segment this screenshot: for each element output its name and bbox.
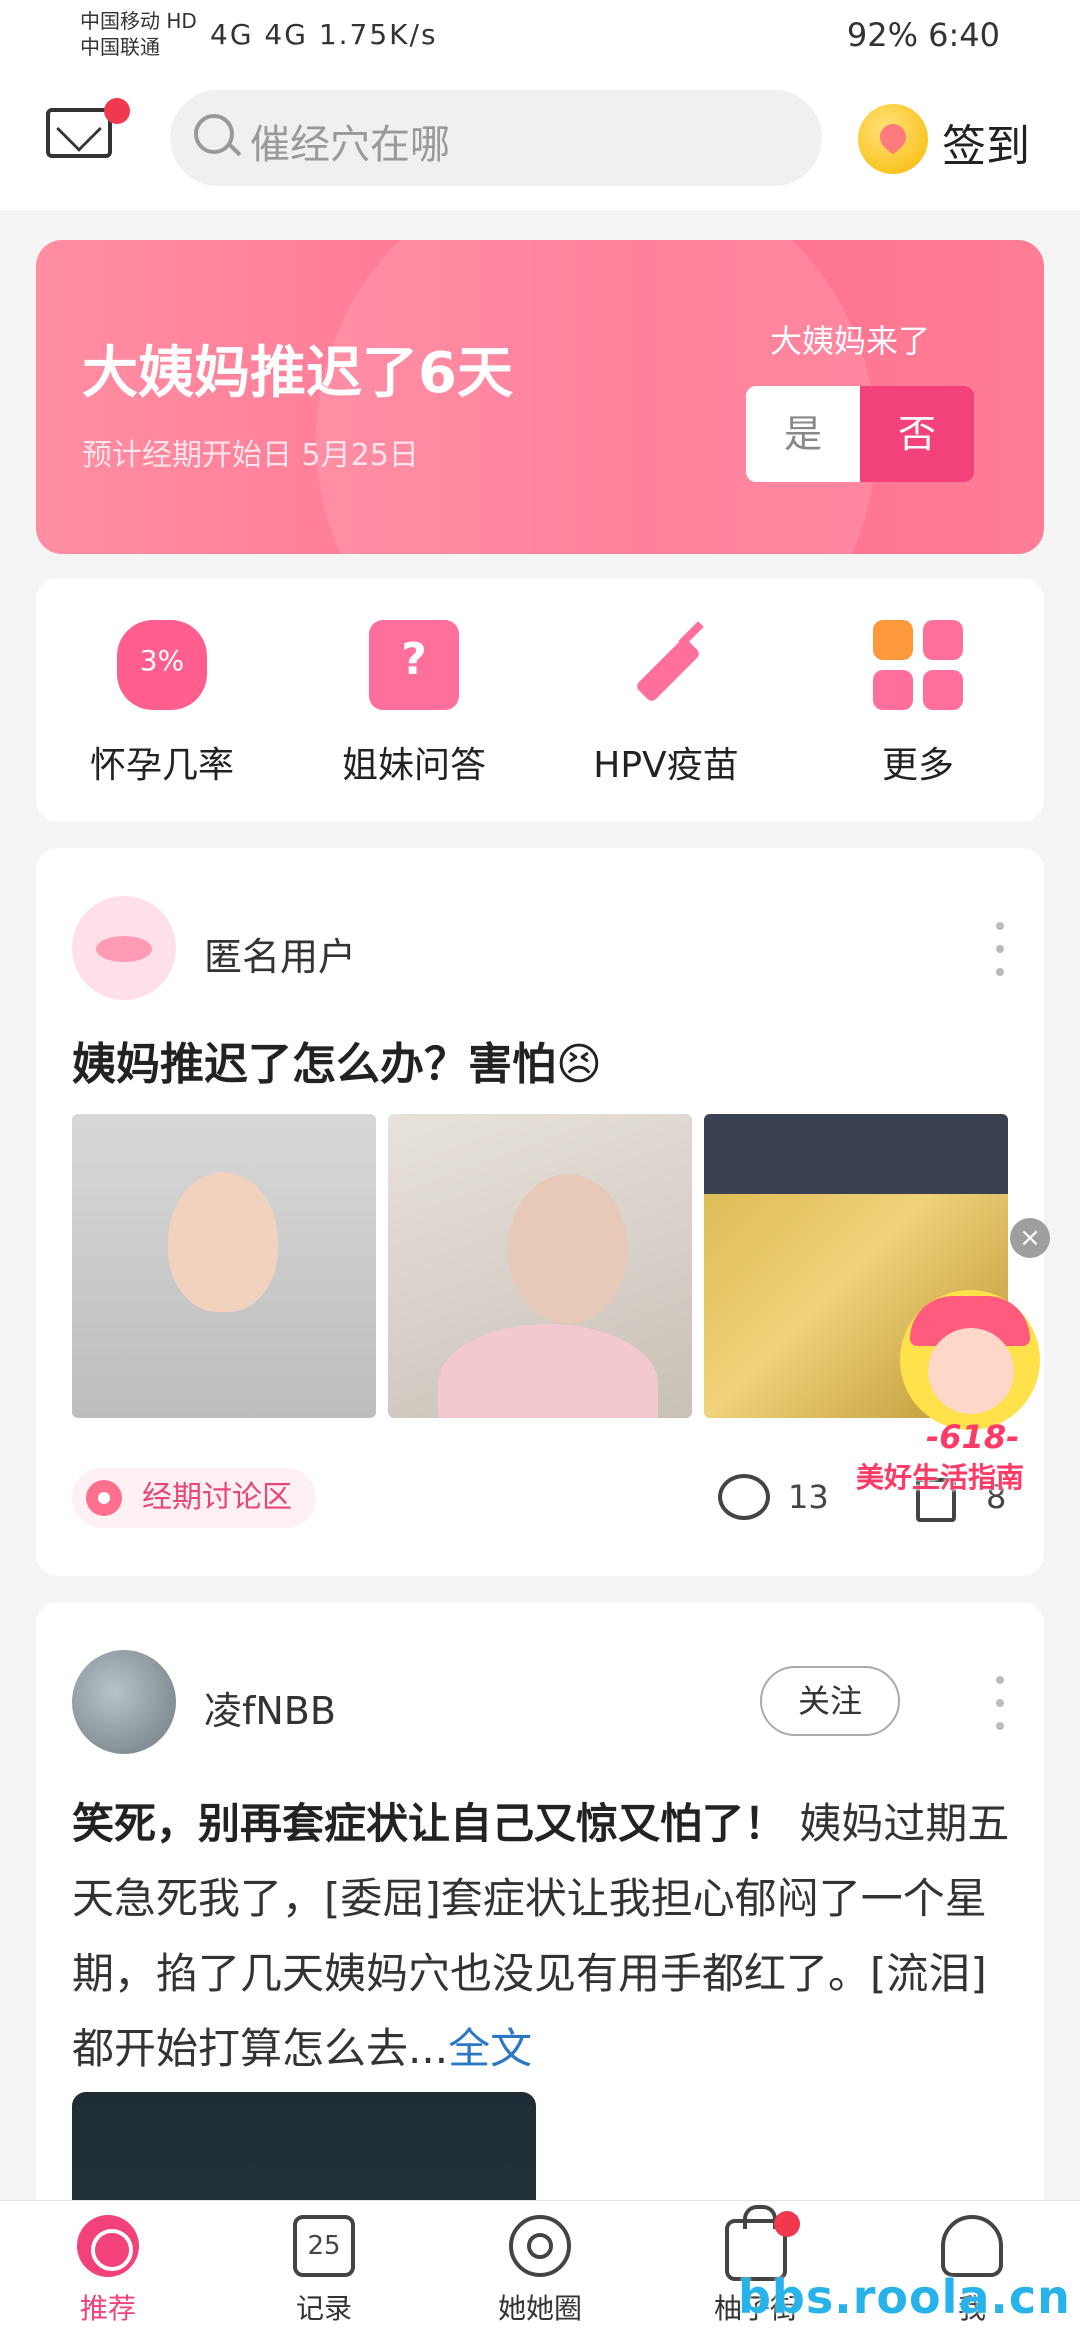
ad-text: 美好生活指南	[856, 1461, 1025, 1494]
period-banner: 大姨妈推迟了6天 预计经期开始日 5月25日 大姨妈来了 是 否	[36, 240, 1044, 554]
yes-button[interactable]: 是	[746, 386, 860, 482]
tab-label: 她她圈	[497, 2292, 582, 2325]
banner-subtitle: 预计经期开始日 5月25日	[82, 438, 419, 473]
profile-icon	[941, 2215, 1003, 2277]
search-icon	[194, 114, 234, 154]
notification-dot	[104, 98, 130, 124]
topic-label: 经期讨论区	[142, 1480, 292, 1515]
post-body[interactable]: 笑死，别再套症状让自己又惊又怕了！ 姨妈过期五天急死我了，[委屈]套症状让我担心…	[72, 1786, 1012, 2086]
top-header: 催经穴在哪 签到	[0, 80, 1080, 210]
read-full-link[interactable]: 全文	[448, 2024, 532, 2073]
banner-title: 大姨妈推迟了6天	[82, 341, 513, 406]
network-speed: 4G 4G 1.75K/s	[210, 18, 438, 51]
notification-dot	[774, 2211, 800, 2237]
battery-time: 92% 6:40	[846, 16, 1000, 54]
mascot-face	[928, 1328, 1014, 1414]
bubble-icon-text: ?	[401, 634, 427, 685]
post-image[interactable]	[72, 1114, 376, 1418]
tab-record[interactable]: 25 记录	[216, 2215, 432, 2327]
quick-link-label: HPV疫苗	[593, 745, 739, 786]
quick-link-hpv[interactable]: HPV疫苗	[540, 620, 792, 788]
more-options-icon[interactable]	[996, 1676, 1004, 1730]
carrier-info: 中国移动 HD 中国联通	[80, 8, 197, 60]
post-username[interactable]: 凌fNBB	[204, 1680, 336, 1735]
avatar[interactable]	[72, 896, 176, 1000]
quick-link-label: 怀孕几率	[89, 745, 234, 786]
topic-icon	[86, 1480, 122, 1516]
carrier-secondary: 中国联通	[80, 35, 160, 59]
close-ad-icon[interactable]: ×	[1010, 1218, 1050, 1258]
quick-link-label: 姐妹问答	[341, 745, 486, 786]
syringe-icon	[621, 620, 711, 710]
post-image[interactable]	[388, 1114, 692, 1418]
quick-link-more[interactable]: 更多	[792, 620, 1044, 788]
post-username[interactable]: 匿名用户	[204, 926, 356, 981]
floating-ad-mascot[interactable]: -618- 美好生活指南	[856, 1280, 1050, 1494]
tab-label: 记录	[295, 2292, 352, 2325]
grid-icon	[873, 620, 963, 710]
calendar-icon-text: 25	[307, 2231, 341, 2261]
tab-label: 推荐	[79, 2292, 136, 2325]
period-question: 大姨妈来了	[770, 322, 931, 360]
ad-badge: -618-	[926, 1418, 1020, 1456]
signin-button[interactable]: 签到	[942, 110, 1030, 174]
question-bubble-icon: ?	[369, 620, 459, 710]
quick-link-pregnancy[interactable]: 3% 怀孕几率	[36, 620, 288, 788]
community-icon	[509, 2215, 571, 2277]
follow-button[interactable]: 关注	[760, 1666, 900, 1736]
avatar[interactable]	[72, 1650, 176, 1754]
signin-icon[interactable]	[858, 104, 928, 174]
post-title[interactable]: 姨妈推迟了怎么办？害怕😣	[72, 1028, 602, 1092]
search-bar[interactable]: 催经穴在哪	[170, 90, 822, 186]
no-button[interactable]: 否	[860, 386, 974, 482]
watermark: bbs.roola.cn	[738, 2270, 1071, 2324]
comment-icon[interactable]	[718, 1474, 770, 1520]
flower-icon-text: 3%	[139, 644, 185, 677]
post-headline: 笑死，别再套症状让自己又惊又怕了！	[72, 1799, 787, 1848]
more-options-icon[interactable]	[996, 922, 1004, 976]
topic-tag[interactable]: 经期讨论区	[72, 1468, 316, 1528]
calendar-icon: 25	[293, 2215, 355, 2277]
carrier-primary: 中国移动 HD	[80, 9, 197, 33]
search-placeholder: 催经穴在哪	[250, 122, 450, 168]
tab-recommend[interactable]: 推荐	[0, 2215, 216, 2327]
home-icon	[77, 2215, 139, 2277]
status-bar: 中国移动 HD 中国联通 4G 4G 1.75K/s 92% 6:40	[0, 0, 1080, 80]
quick-link-qa[interactable]: ? 姐妹问答	[288, 620, 540, 788]
flower-icon: 3%	[117, 620, 207, 710]
comment-count: 13	[788, 1478, 829, 1516]
quick-links: 3% 怀孕几率 ? 姐妹问答 HPV疫苗 更多	[36, 578, 1044, 822]
mail-icon[interactable]	[46, 108, 112, 158]
quick-link-label: 更多	[881, 745, 954, 786]
tab-community[interactable]: 她她圈	[432, 2215, 648, 2327]
